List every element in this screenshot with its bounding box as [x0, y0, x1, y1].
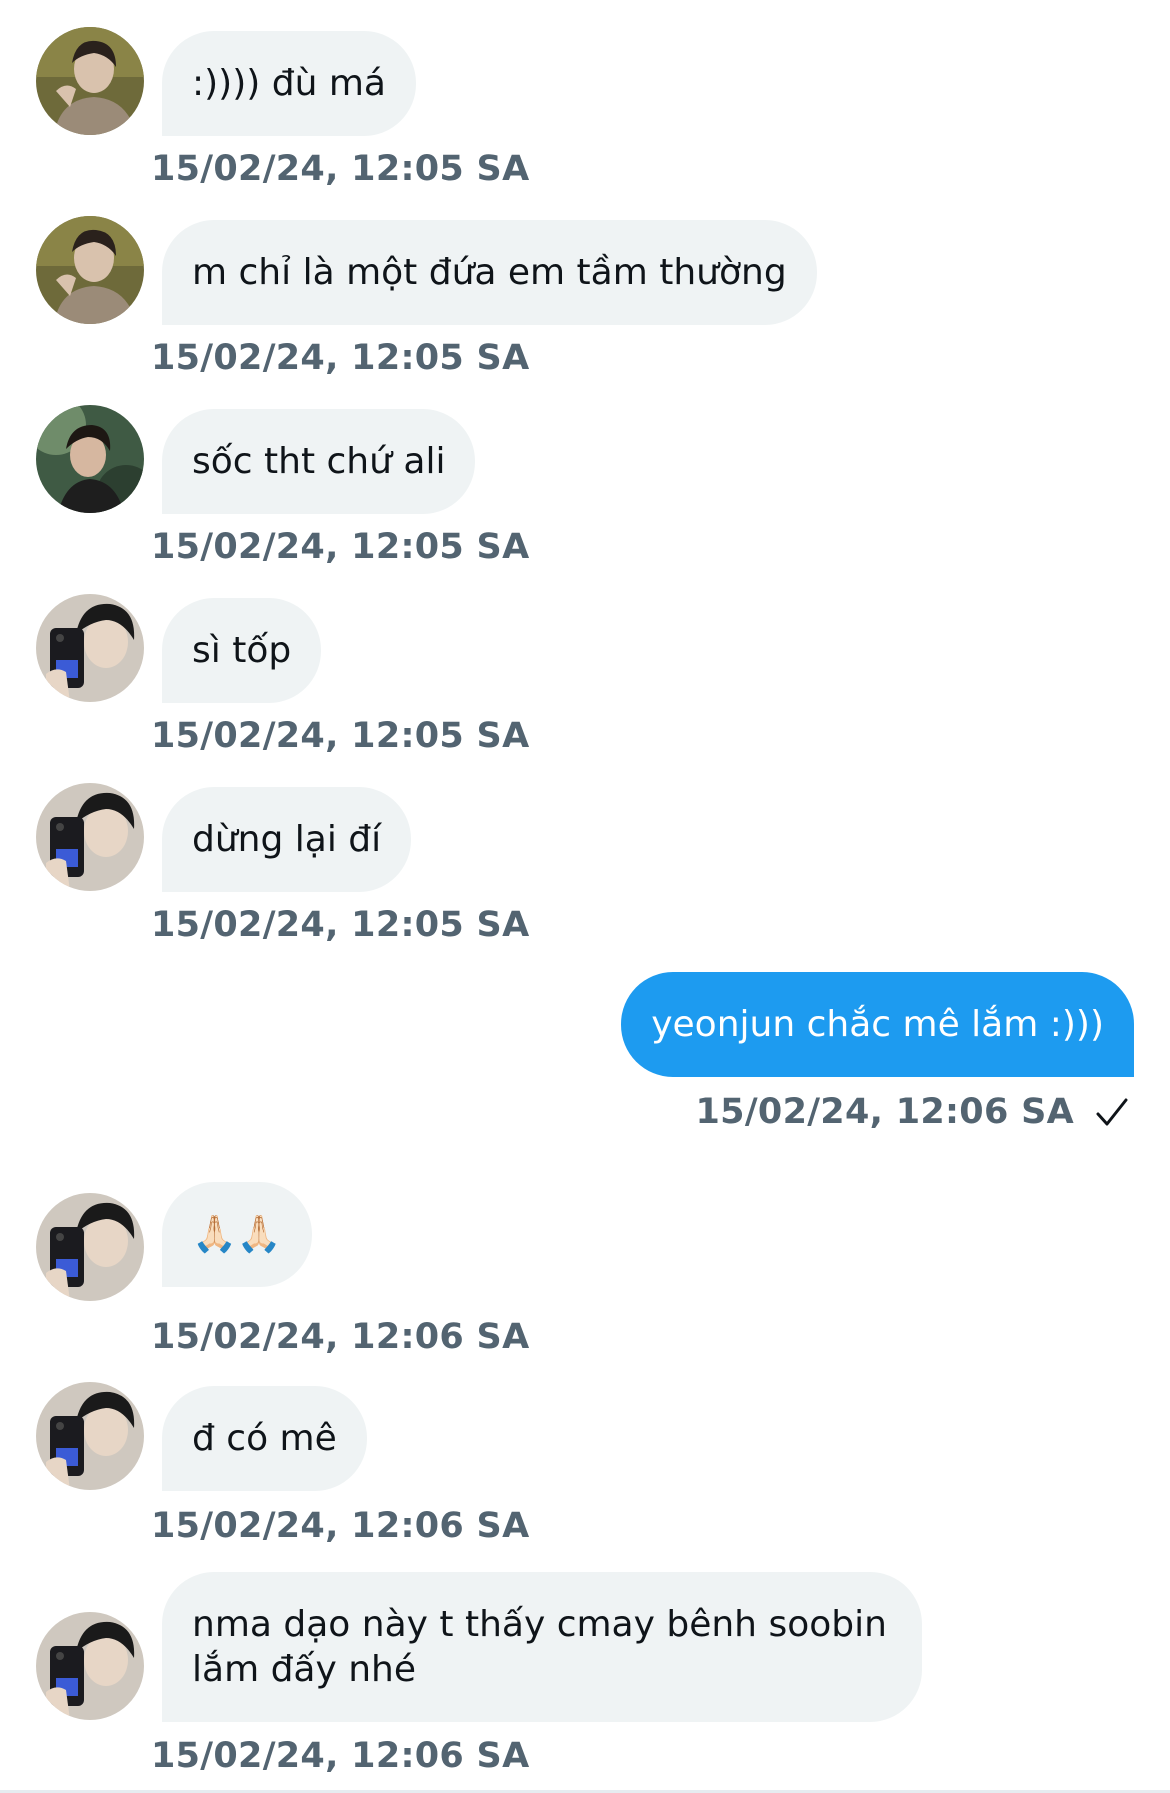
- avatar[interactable]: [36, 1382, 144, 1490]
- avatar[interactable]: [36, 27, 144, 135]
- message-bubble[interactable]: dừng lại đí: [162, 787, 412, 892]
- avatar-photo: [36, 27, 144, 135]
- message-timestamp: 15/02/24, 12:06 SA: [151, 1506, 530, 1546]
- avatar-photo: [36, 216, 144, 324]
- message-bubble[interactable]: sì tốp: [162, 598, 322, 703]
- message-bubble[interactable]: m chỉ là một đứa em tầm thường: [162, 220, 817, 325]
- avatar-photo: [36, 405, 144, 513]
- message-bubble[interactable]: đ có mê: [162, 1386, 367, 1491]
- avatar-photo: [36, 783, 144, 891]
- message-timestamp: 15/02/24, 12:05 SA: [151, 905, 530, 945]
- avatar[interactable]: [36, 1193, 144, 1301]
- message-bubble[interactable]: yeonjun chắc mê lắm :))): [621, 972, 1134, 1077]
- message-timestamp: 15/02/24, 12:06 SA: [151, 1317, 530, 1357]
- message-timestamp: 15/02/24, 12:05 SA: [151, 527, 530, 567]
- avatar[interactable]: [36, 594, 144, 702]
- message-timestamp: 15/02/24, 12:06 SA: [695, 1092, 1074, 1132]
- message-bubble[interactable]: 🙏🏻🙏🏻: [162, 1182, 312, 1287]
- message-timestamp: 15/02/24, 12:05 SA: [151, 149, 530, 189]
- avatar-photo: [36, 1382, 144, 1490]
- avatar-photo: [36, 1612, 144, 1720]
- message-timestamp: 15/02/24, 12:05 SA: [151, 338, 530, 378]
- avatar[interactable]: [36, 1612, 144, 1720]
- avatar[interactable]: [36, 405, 144, 513]
- dm-conversation: :)))) đù má 15/02/24, 12:05 SA m chỉ là …: [0, 0, 1170, 1793]
- avatar[interactable]: [36, 216, 144, 324]
- avatar-photo: [36, 594, 144, 702]
- message-timestamp: 15/02/24, 12:06 SA: [151, 1736, 530, 1776]
- checkmark-icon: [1092, 1093, 1132, 1133]
- message-bubble[interactable]: :)))) đù má: [162, 31, 416, 136]
- avatar[interactable]: [36, 783, 144, 891]
- message-bubble[interactable]: sốc tht chứ ali: [162, 409, 476, 514]
- message-timestamp: 15/02/24, 12:05 SA: [151, 716, 530, 756]
- message-bubble[interactable]: nma dạo này t thấy cmay bênh soobin lắm …: [162, 1572, 922, 1722]
- avatar-photo: [36, 1193, 144, 1301]
